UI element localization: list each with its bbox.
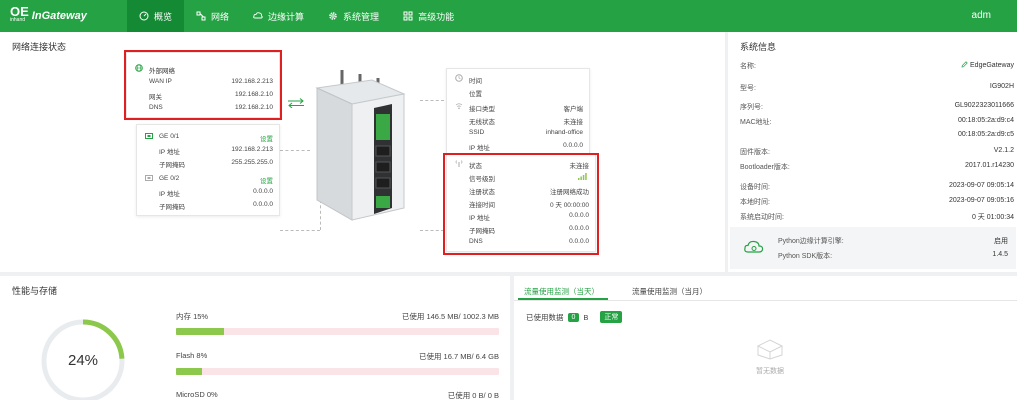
wifi-card: 时间 位置 接口类型 客户端 无线状态 未连接 SSID inhand-office … bbox=[446, 68, 590, 154]
empty-state-text: 暂无数据 bbox=[756, 368, 784, 375]
microsd-used: 已使用 0 B/ 0 B bbox=[447, 391, 499, 400]
panel-title: 性能与存储 bbox=[12, 286, 58, 296]
panel-title: 系统信息 bbox=[740, 42, 777, 52]
sysinfo-row: 序列号: GL9022323011666 bbox=[740, 102, 1014, 111]
network-icon bbox=[196, 11, 206, 21]
dashboard-icon bbox=[139, 11, 149, 21]
traffic-used-badge: 0 bbox=[567, 312, 580, 322]
nav-network[interactable]: 网络 bbox=[184, 0, 241, 32]
tab-traffic-today[interactable]: 流量使用监测（当天） bbox=[524, 286, 599, 297]
sysinfo-row: Bootloader版本: 2017.01.r14230 bbox=[740, 162, 1014, 171]
gauge-value: 24% bbox=[67, 352, 99, 369]
flash-bar bbox=[176, 368, 499, 375]
tab-traffic-month[interactable]: 流量使用监测（当月） bbox=[632, 286, 707, 297]
grid-icon bbox=[403, 11, 413, 21]
ethernet-port-icon bbox=[145, 175, 153, 181]
highlight-box-cellular bbox=[443, 153, 599, 255]
nav-overview[interactable]: 概览 bbox=[127, 0, 185, 32]
traffic-used-row: 已使用数据 0 B 正常 bbox=[526, 311, 623, 323]
nav-advanced[interactable]: 高级功能 bbox=[391, 0, 466, 32]
connector bbox=[280, 230, 320, 231]
sysinfo-row: 固件版本: V2.1.2 bbox=[740, 147, 1014, 156]
flash-used: 已使用 16.7 MB/ 6.4 GB bbox=[418, 352, 499, 361]
tab-divider bbox=[514, 300, 1017, 301]
memory-used: 已使用 146.5 MB/ 1002.3 MB bbox=[401, 312, 499, 321]
sysinfo-name-row: 名称: EdgeGateway bbox=[740, 61, 1014, 70]
memory-bar bbox=[176, 328, 499, 335]
memory-bar-fill bbox=[176, 328, 225, 335]
brand-name: InGateway bbox=[31, 10, 87, 22]
status-badge: 正常 bbox=[600, 311, 623, 323]
sysinfo-row: MAC地址: 00:18:05:2a:d9:c4 bbox=[740, 117, 1014, 126]
gateway-device-image bbox=[315, 70, 406, 221]
highlight-box-wan bbox=[124, 50, 282, 120]
cloud-icon bbox=[253, 12, 263, 19]
flash-bar-fill bbox=[176, 368, 202, 375]
sysinfo-row: 本地时间: 2023-09-07 09:05:16 bbox=[740, 197, 1014, 206]
sysinfo-row: 设备时间: 2023-09-07 09:05:14 bbox=[740, 182, 1014, 191]
user-menu[interactable]: adm bbox=[972, 10, 991, 21]
sysinfo-row: 系统启动时间: 0 天 01:00:34 bbox=[740, 214, 1014, 221]
empty-box-icon bbox=[756, 339, 784, 360]
nav-system-management[interactable]: 系统管理 bbox=[316, 0, 391, 32]
sysinfo-row: 00:18:05:2a:d9:c5 bbox=[957, 131, 1014, 138]
main-nav: 概览 网络 边缘计算 系统管理 高级功能 bbox=[127, 0, 466, 32]
sysinfo-row: 型号: IG902H bbox=[740, 83, 1014, 92]
top-bar: OE inhand InGateway 概览 网络 边缘计算 系统管理 高级功能 … bbox=[0, 0, 1017, 32]
connector bbox=[420, 230, 444, 231]
python-engine-box: Python边缘计算引擎: 启用 Python SDK版本: 1.4.5 bbox=[730, 227, 1016, 269]
ge01-settings-link[interactable]: 设置 bbox=[260, 133, 273, 143]
gear-icon bbox=[329, 12, 337, 20]
ge02-settings-link[interactable]: 设置 bbox=[260, 175, 273, 185]
edit-icon[interactable] bbox=[961, 61, 968, 68]
swap-arrows-icon bbox=[288, 98, 304, 108]
python-engine-icon bbox=[744, 240, 764, 253]
connector bbox=[280, 150, 310, 151]
clock-icon bbox=[455, 74, 463, 82]
connector bbox=[420, 100, 444, 101]
nav-edge-computing[interactable]: 边缘计算 bbox=[241, 0, 316, 32]
brand-logo[interactable]: OE inhand InGateway bbox=[10, 4, 87, 25]
logo-mark: OE inhand bbox=[10, 4, 29, 23]
panel-title: 网络连接状态 bbox=[12, 42, 67, 52]
ethernet-card: GE 0/1 设置 IP 地址 192.168.2.213 子网掩码 255.255… bbox=[136, 124, 280, 216]
wifi-icon bbox=[455, 103, 463, 110]
ethernet-port-icon bbox=[145, 133, 153, 139]
